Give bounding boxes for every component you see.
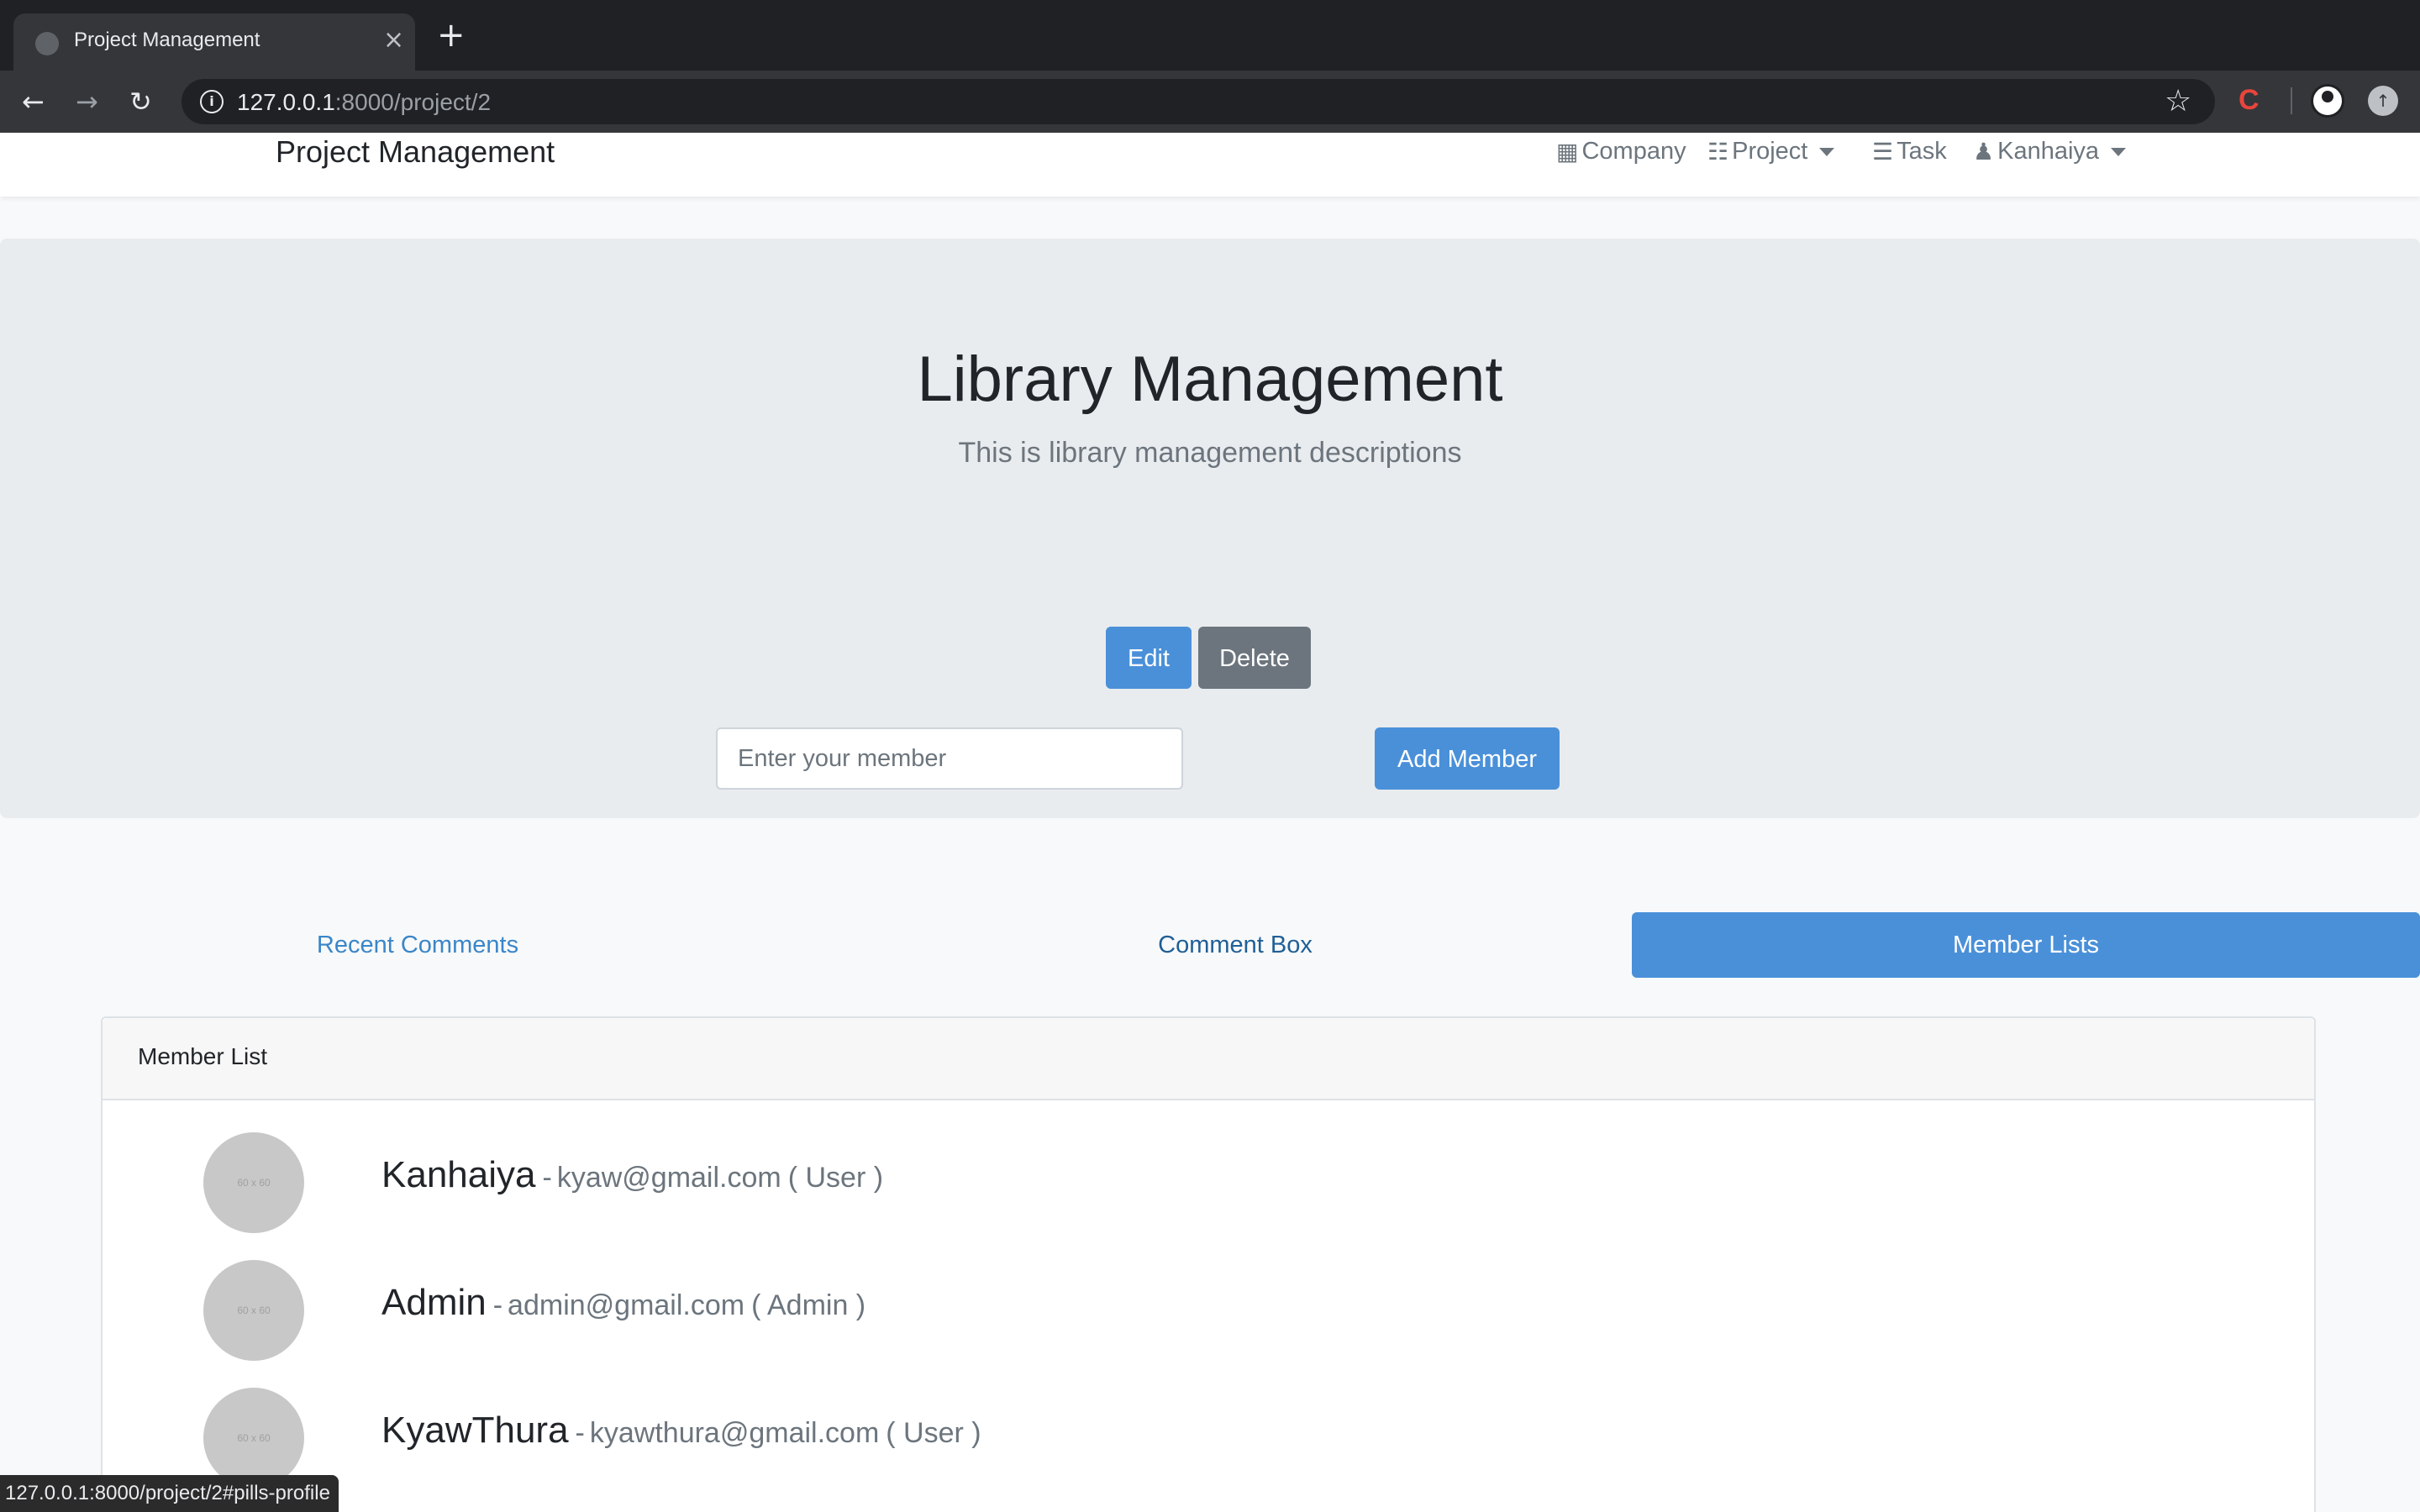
list-item: 60 x 60 Admin - admin@gmail.com( Admin ) <box>103 1260 2314 1361</box>
project-jumbotron: Library Management This is library manag… <box>0 239 2420 818</box>
url-text: 127.0.0.1:8000/project/2 <box>237 89 492 115</box>
card-header: Member List <box>103 1018 2314 1100</box>
nav-task[interactable]: ☰ Task <box>1872 138 1947 165</box>
browser-toolbar: ← → ↻ i 127.0.0.1:8000/project/2 ☆ <box>0 71 2420 133</box>
nav-project-dropdown[interactable]: ☷ Project <box>1707 138 1835 165</box>
info-icon[interactable]: i <box>200 90 224 113</box>
member-input[interactable] <box>716 727 1183 790</box>
tab-title: Project Management <box>74 29 260 51</box>
toolbar-divider <box>2291 87 2292 114</box>
globe-icon <box>35 32 59 55</box>
member-email: kyawthura@gmail.com <box>589 1417 880 1449</box>
page-title: Library Management <box>917 344 1503 415</box>
browser-tabstrip: Project Management × + <box>0 0 2420 71</box>
member-info: KyawThura - kyawthura@gmail.com( User ) <box>381 1410 981 1452</box>
bookmark-star-icon[interactable]: ☆ <box>2165 84 2191 118</box>
building-icon: ▦ <box>1556 139 1579 165</box>
address-bar[interactable]: i 127.0.0.1:8000/project/2 ☆ <box>182 79 2215 124</box>
delete-button[interactable]: Delete <box>1198 627 1311 689</box>
project-description: This is library management descriptions <box>958 437 1462 469</box>
tasks-icon: ☰ <box>1872 139 1894 165</box>
member-role: ( User ) <box>886 1417 981 1449</box>
member-role: ( Admin ) <box>751 1289 866 1321</box>
member-separator: - <box>575 1417 585 1449</box>
member-list-card: Member List 60 x 60 Kanhaiya - kyaw@gmail.… <box>101 1016 2316 1512</box>
avatar: 60 x 60 <box>203 1388 304 1488</box>
profile-avatar-icon[interactable] <box>2311 84 2344 118</box>
nav-user-dropdown[interactable]: ♟ Kanhaiya <box>1973 138 2127 165</box>
browser-tab[interactable]: Project Management × <box>13 13 415 71</box>
member-name: Kanhaiya <box>381 1154 536 1195</box>
member-name: Admin <box>381 1282 487 1323</box>
back-arrow-icon[interactable]: ← <box>22 86 45 118</box>
member-separator: - <box>542 1162 552 1194</box>
user-secret-icon: ♟ <box>1973 139 1995 165</box>
tab-recent-comments[interactable]: Recent Comments <box>0 912 835 978</box>
status-bar-url: 127.0.0.1:8000/project/2#pills-profile <box>0 1475 339 1512</box>
reload-icon[interactable]: ↻ <box>129 86 152 118</box>
extension-icon[interactable]: C <box>2238 84 2260 117</box>
list-item: 60 x 60 KyawThura - kyawthura@gmail.com( U… <box>103 1388 2314 1488</box>
member-name: KyawThura <box>381 1410 569 1451</box>
edit-button[interactable]: Edit <box>1106 627 1192 689</box>
tab-comment-box[interactable]: Comment Box <box>815 912 1655 978</box>
member-email: admin@gmail.com <box>508 1289 745 1321</box>
avatar: 60 x 60 <box>203 1260 304 1361</box>
member-info: Kanhaiya - kyaw@gmail.com( User ) <box>381 1154 883 1196</box>
new-tab-icon[interactable]: + <box>437 18 466 52</box>
member-role: ( User ) <box>787 1162 884 1194</box>
close-tab-icon[interactable]: × <box>383 25 404 55</box>
member-email: kyaw@gmail.com <box>556 1162 781 1194</box>
chevron-down-icon <box>2111 147 2127 156</box>
forward-arrow-icon[interactable]: → <box>76 86 98 118</box>
page-content: Project Management ▦ Company ☷ Project ☰… <box>0 133 2420 1512</box>
member-info: Admin - admin@gmail.com( Admin ) <box>381 1282 865 1324</box>
chevron-down-icon <box>1819 147 1835 156</box>
sitemap-icon: ☷ <box>1707 139 1729 165</box>
avatar: 60 x 60 <box>203 1132 304 1233</box>
nav-company[interactable]: ▦ Company <box>1556 138 1686 165</box>
add-member-button[interactable]: Add Member <box>1375 727 1560 790</box>
update-arrow-icon[interactable]: ↑ <box>2368 86 2398 116</box>
tab-member-lists[interactable]: Member Lists <box>1632 912 2420 978</box>
list-item: 60 x 60 Kanhaiya - kyaw@gmail.com( User ) <box>103 1132 2314 1233</box>
site-navbar: Project Management ▦ Company ☷ Project ☰… <box>0 133 2420 197</box>
navbar-brand[interactable]: Project Management <box>276 134 555 170</box>
member-separator: - <box>492 1289 503 1321</box>
card-title: Member List <box>138 1043 268 1069</box>
